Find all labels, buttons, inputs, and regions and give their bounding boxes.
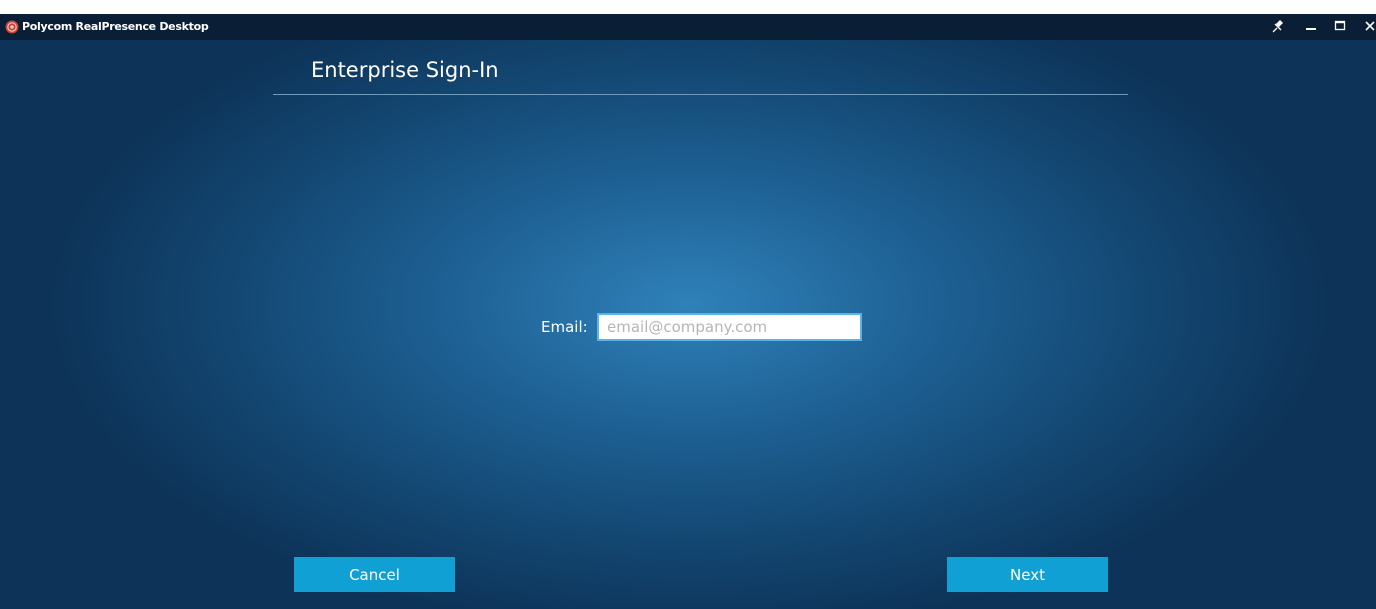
close-icon[interactable]	[1364, 17, 1376, 37]
minimize-icon[interactable]	[1304, 17, 1318, 37]
page-title: Enterprise Sign-In	[311, 58, 499, 82]
polycom-logo-icon	[5, 20, 19, 34]
pin-icon[interactable]	[1270, 17, 1284, 37]
email-field[interactable]	[597, 313, 862, 341]
title-bar[interactable]: Polycom RealPresence Desktop	[0, 14, 1376, 40]
header-divider	[273, 94, 1128, 95]
email-label: Email:	[541, 318, 588, 336]
app-window: Polycom RealPresence Desktop Enterprise …	[0, 14, 1376, 609]
cancel-button[interactable]: Cancel	[294, 557, 455, 592]
next-button[interactable]: Next	[947, 557, 1108, 592]
maximize-icon[interactable]	[1333, 17, 1347, 37]
app-title: Polycom RealPresence Desktop	[22, 20, 209, 33]
